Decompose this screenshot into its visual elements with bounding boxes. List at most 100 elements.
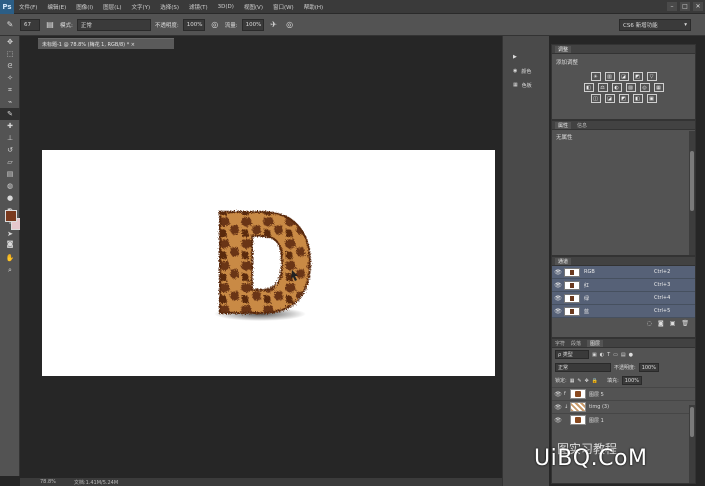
pressure-opacity-icon[interactable]: ◎	[209, 19, 221, 31]
history-brush-tool-icon[interactable]: ↺	[0, 144, 20, 156]
photo-filter-icon[interactable]: ▨	[625, 83, 636, 92]
brush-tool-icon[interactable]: ✎	[4, 19, 16, 31]
load-selection-icon[interactable]: ◌	[647, 320, 652, 327]
properties-scrollbar[interactable]	[689, 131, 695, 255]
exposure-icon[interactable]: ◩	[632, 72, 643, 81]
maximize-button[interactable]: □	[680, 2, 690, 11]
fill-input[interactable]: 100%	[621, 376, 642, 385]
move-tool-icon[interactable]: ✥	[0, 36, 20, 48]
layer-row[interactable]: 👁 f 图层 5	[552, 387, 695, 400]
crop-tool-icon[interactable]: ⌗	[0, 84, 20, 96]
flow-input[interactable]: 100%	[241, 18, 264, 31]
filter-shape-icon[interactable]: ▭	[613, 352, 618, 358]
brush-tool-icon[interactable]: ✎	[0, 108, 20, 120]
layers-scroll-thumb[interactable]	[690, 407, 694, 437]
zoom-readout[interactable]: 78.8%	[40, 479, 56, 485]
gradient-tool-icon[interactable]: ▤	[0, 168, 20, 180]
delete-channel-icon[interactable]: 🗑	[681, 320, 689, 327]
tab-channels[interactable]: 通道	[555, 257, 572, 265]
clone-stamp-tool-icon[interactable]: ⊥	[0, 132, 20, 144]
mode-select[interactable]: 正常	[76, 18, 151, 31]
properties-scroll-thumb[interactable]	[690, 151, 694, 211]
color-lookup-icon[interactable]: ▦	[653, 83, 664, 92]
posterize-icon[interactable]: ◪	[604, 94, 615, 103]
lock-pixels-icon[interactable]: ✎	[577, 378, 581, 384]
zoom-tool-icon[interactable]: ⌕	[0, 264, 20, 276]
tab-info[interactable]: 信息	[577, 122, 587, 129]
menu-view[interactable]: 视图(V)	[239, 3, 268, 11]
menu-edit[interactable]: 编辑(E)	[42, 3, 71, 11]
tab-character[interactable]: 字符	[555, 340, 565, 347]
hand-tool-icon[interactable]: ✋	[0, 252, 20, 264]
menu-filter[interactable]: 滤镜(T)	[184, 3, 213, 11]
channel-row-red[interactable]: 👁 红 Ctrl+3	[552, 279, 695, 292]
visibility-eye-icon[interactable]: 👁	[552, 269, 564, 276]
visibility-eye-icon[interactable]: 👁	[552, 282, 564, 289]
filter-pixel-icon[interactable]: ▣	[592, 352, 597, 358]
quick-select-tool-icon[interactable]: ✧	[0, 72, 20, 84]
tab-properties[interactable]: 属性	[555, 121, 572, 129]
healing-tool-icon[interactable]: ✚	[0, 120, 20, 132]
tab-adjustments[interactable]: 调整	[555, 45, 572, 53]
lock-all-icon[interactable]: 🔒	[592, 378, 598, 384]
save-selection-icon[interactable]: ◙	[658, 320, 664, 327]
menu-window[interactable]: 窗口(W)	[268, 3, 299, 11]
levels-icon[interactable]: ▥	[604, 72, 615, 81]
tab-layers[interactable]: 图层	[587, 339, 604, 347]
lock-transparent-icon[interactable]: ▦	[570, 378, 575, 384]
layer-row[interactable]: 👁 ↓ timg (3)	[552, 400, 695, 413]
document-tab[interactable]: 未标题-1 @ 78.8% (梅花 1, RGB/8) * ×	[38, 38, 174, 49]
filter-toggle-icon[interactable]: ●	[629, 352, 633, 358]
visibility-eye-icon[interactable]: 👁	[552, 417, 564, 424]
airbrush-icon[interactable]: ✈	[268, 19, 280, 31]
filter-smart-icon[interactable]: ▤	[621, 352, 626, 358]
menu-help[interactable]: 帮助(H)	[299, 3, 328, 11]
layer-kind-filter[interactable]: ρ 类型	[555, 350, 589, 359]
menu-select[interactable]: 选择(S)	[155, 3, 184, 11]
new-channel-icon[interactable]: ▣	[670, 320, 676, 327]
visibility-eye-icon[interactable]: 👁	[552, 308, 564, 315]
menu-layer[interactable]: 图层(L)	[98, 3, 126, 11]
brush-panel-icon[interactable]: ▤	[44, 19, 56, 31]
blend-mode-select[interactable]: 正常	[555, 363, 611, 372]
marquee-tool-icon[interactable]: ⬚	[0, 48, 20, 60]
menu-type[interactable]: 文字(Y)	[127, 3, 156, 11]
filter-adjust-icon[interactable]: ◐	[600, 352, 604, 358]
image-canvas[interactable]	[42, 150, 495, 376]
quick-mask-icon[interactable]: ◙	[0, 238, 20, 250]
channel-row-green[interactable]: 👁 绿 Ctrl+4	[552, 292, 695, 305]
eyedropper-tool-icon[interactable]: ⌁	[0, 96, 20, 108]
minimize-button[interactable]: –	[667, 2, 677, 11]
menu-file[interactable]: 文件(F)	[14, 3, 42, 11]
close-button[interactable]: ✕	[693, 2, 703, 11]
brush-size-picker[interactable]: 67	[20, 18, 40, 31]
dodge-tool-icon[interactable]: ●	[0, 192, 20, 204]
mini-play-row[interactable]: ▶	[503, 50, 549, 64]
threshold-icon[interactable]: ◩	[618, 94, 629, 103]
document-size-info[interactable]: 文档:1.41M/5.24M	[74, 479, 118, 486]
eraser-tool-icon[interactable]: ▱	[0, 156, 20, 168]
mini-color-row[interactable]: ◉ 颜色	[503, 64, 549, 78]
layer-opacity-input[interactable]: 100%	[638, 363, 659, 372]
lock-position-icon[interactable]: ✥	[585, 378, 589, 384]
visibility-eye-icon[interactable]: 👁	[552, 295, 564, 302]
vibrance-icon[interactable]: ▽	[646, 72, 657, 81]
hue-saturation-icon[interactable]: ◧	[583, 83, 594, 92]
tab-paragraph[interactable]: 段落	[571, 340, 581, 347]
filter-type-icon[interactable]: T	[607, 352, 610, 358]
menu-3d[interactable]: 3D(D)	[213, 4, 239, 10]
black-white-icon[interactable]: ◐	[611, 83, 622, 92]
menu-image[interactable]: 图像(I)	[71, 3, 98, 11]
workspace-select[interactable]: CS6 新增功能 ▾	[619, 19, 691, 31]
visibility-eye-icon[interactable]: 👁	[552, 404, 564, 411]
layer-row[interactable]: 👁 图层 1	[552, 413, 695, 426]
pressure-size-icon[interactable]: ◎	[284, 19, 296, 31]
invert-icon[interactable]: ◫	[590, 94, 601, 103]
mini-swatches-row[interactable]: ▦ 色板	[503, 78, 549, 92]
curves-icon[interactable]: ◪	[618, 72, 629, 81]
lasso-tool-icon[interactable]: ᘓ	[0, 60, 20, 72]
channel-mixer-icon[interactable]: ◎	[639, 83, 650, 92]
layers-scrollbar[interactable]	[689, 405, 695, 483]
blur-tool-icon[interactable]: ◍	[0, 180, 20, 192]
gradient-map-icon[interactable]: ◧	[632, 94, 643, 103]
